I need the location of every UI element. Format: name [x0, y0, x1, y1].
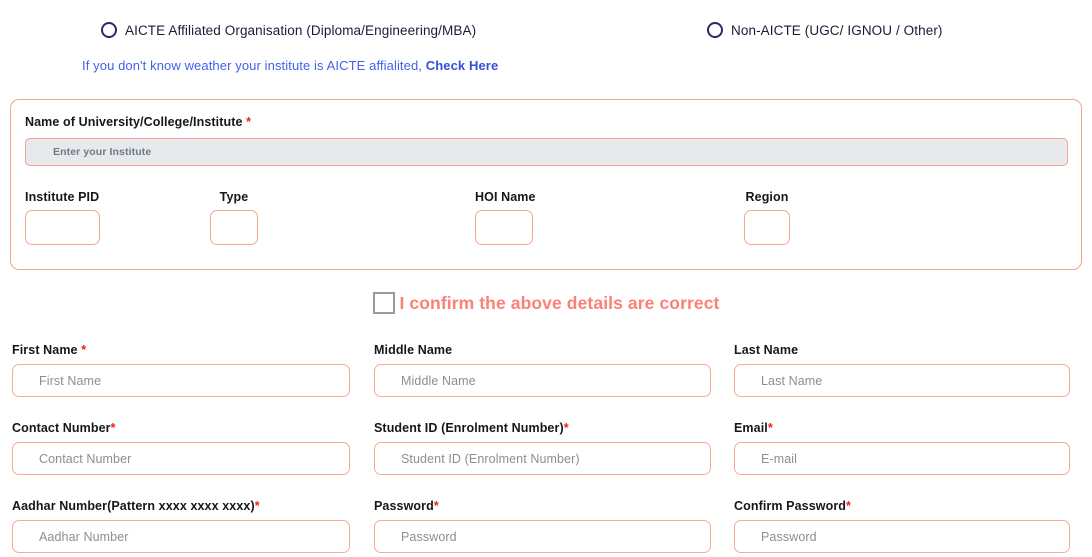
required-asterisk: *: [767, 421, 773, 435]
hoi-name-field: HOI Name: [475, 190, 536, 245]
last-name-field: Last Name Last Name: [734, 343, 1070, 397]
institute-type-input[interactable]: [210, 210, 258, 245]
student-id-label-text: Student ID (Enrolment Number): [374, 421, 564, 435]
check-here-link[interactable]: Check Here: [426, 58, 499, 73]
institute-type-label: Type: [219, 190, 249, 204]
institute-pid-input[interactable]: [25, 210, 100, 245]
first-name-input[interactable]: First Name: [12, 364, 350, 397]
last-name-placeholder: Last Name: [761, 373, 823, 388]
radio-circle-icon[interactable]: [101, 22, 117, 38]
institute-name-placeholder: Enter your Institute: [53, 146, 152, 158]
required-asterisk: *: [846, 499, 852, 513]
hoi-name-input[interactable]: [475, 210, 533, 245]
radio-option-label: Non-AICTE (UGC/ IGNOU / Other): [731, 22, 943, 38]
password-label: Password*: [374, 499, 711, 513]
password-label-text: Password: [374, 499, 434, 513]
first-name-field: First Name * First Name: [12, 343, 350, 397]
required-asterisk: *: [254, 499, 260, 513]
contact-number-label: Contact Number*: [12, 421, 350, 435]
middle-name-field: Middle Name Middle Name: [374, 343, 711, 397]
confirm-details-row: I confirm the above details are correct: [0, 292, 1092, 314]
email-placeholder: E-mail: [761, 451, 798, 466]
radio-circle-icon[interactable]: [707, 22, 723, 38]
student-id-input[interactable]: Student ID (Enrolment Number): [374, 442, 711, 475]
contact-number-input[interactable]: Contact Number: [12, 442, 350, 475]
aadhar-number-placeholder: Aadhar Number: [39, 529, 129, 544]
required-asterisk: *: [246, 115, 252, 129]
required-asterisk: *: [81, 343, 87, 357]
confirm-password-label: Confirm Password*: [734, 499, 1070, 513]
first-name-placeholder: First Name: [39, 373, 102, 388]
first-name-label: First Name *: [12, 343, 350, 357]
institute-pid-label: Institute PID: [25, 190, 100, 204]
aadhar-number-label-text: Aadhar Number(Pattern xxxx xxxx xxxx): [12, 499, 255, 513]
institute-name-input[interactable]: Enter your Institute: [25, 138, 1068, 166]
middle-name-label-text: Middle Name: [374, 343, 453, 357]
helper-text-label: If you don't know weather your institute…: [82, 58, 426, 73]
middle-name-input[interactable]: Middle Name: [374, 364, 711, 397]
radio-option-label: AICTE Affiliated Organisation (Diploma/E…: [125, 22, 477, 38]
radio-option-aicte-affiliated[interactable]: AICTE Affiliated Organisation (Diploma/E…: [101, 22, 476, 38]
password-field: Password* Password: [374, 499, 711, 553]
contact-number-placeholder: Contact Number: [39, 451, 132, 466]
confirm-password-label-text: Confirm Password: [734, 499, 847, 513]
required-asterisk: *: [433, 499, 439, 513]
registration-form-page: AICTE Affiliated Organisation (Diploma/E…: [0, 0, 1092, 557]
email-input[interactable]: E-mail: [734, 442, 1070, 475]
institute-details-panel: Name of University/College/Institute * E…: [10, 99, 1082, 270]
required-asterisk: *: [563, 421, 569, 435]
confirm-details-label: I confirm the above details are correct: [399, 292, 720, 313]
first-name-label-text: First Name: [12, 343, 82, 357]
email-field: Email* E-mail: [734, 421, 1070, 475]
region-field: Region: [744, 190, 790, 245]
region-label: Region: [745, 190, 789, 204]
institute-name-label: Name of University/College/Institute *: [25, 115, 251, 129]
institute-pid-field: Institute PID: [25, 190, 100, 245]
student-id-label: Student ID (Enrolment Number)*: [374, 421, 711, 435]
password-input[interactable]: Password: [374, 520, 711, 553]
confirm-password-field: Confirm Password* Password: [734, 499, 1070, 553]
middle-name-label: Middle Name: [374, 343, 711, 357]
student-id-field: Student ID (Enrolment Number)* Student I…: [374, 421, 711, 475]
affiliation-helper-text: If you don't know weather your institute…: [82, 58, 498, 73]
last-name-input[interactable]: Last Name: [734, 364, 1070, 397]
last-name-label-text: Last Name: [734, 343, 799, 357]
aadhar-number-input[interactable]: Aadhar Number: [12, 520, 350, 553]
required-asterisk: *: [110, 421, 116, 435]
confirm-password-placeholder: Password: [761, 529, 817, 544]
radio-option-non-aicte[interactable]: Non-AICTE (UGC/ IGNOU / Other): [707, 22, 943, 38]
email-label: Email*: [734, 421, 1070, 435]
aadhar-number-label: Aadhar Number(Pattern xxxx xxxx xxxx)*: [12, 499, 350, 513]
contact-number-label-text: Contact Number: [12, 421, 111, 435]
aadhar-number-field: Aadhar Number(Pattern xxxx xxxx xxxx)* A…: [12, 499, 350, 553]
student-id-placeholder: Student ID (Enrolment Number): [401, 451, 580, 466]
contact-number-field: Contact Number* Contact Number: [12, 421, 350, 475]
last-name-label: Last Name: [734, 343, 1070, 357]
institute-type-field: Type: [210, 190, 258, 245]
confirm-password-input[interactable]: Password: [734, 520, 1070, 553]
affiliation-radio-group: AICTE Affiliated Organisation (Diploma/E…: [0, 22, 1092, 44]
region-input[interactable]: [744, 210, 790, 245]
hoi-name-label: HOI Name: [475, 190, 536, 204]
middle-name-placeholder: Middle Name: [401, 373, 476, 388]
confirm-details-checkbox[interactable]: [372, 292, 395, 314]
password-placeholder: Password: [401, 529, 457, 544]
email-label-text: Email: [734, 421, 768, 435]
institute-name-label-text: Name of University/College/Institute: [25, 115, 243, 129]
